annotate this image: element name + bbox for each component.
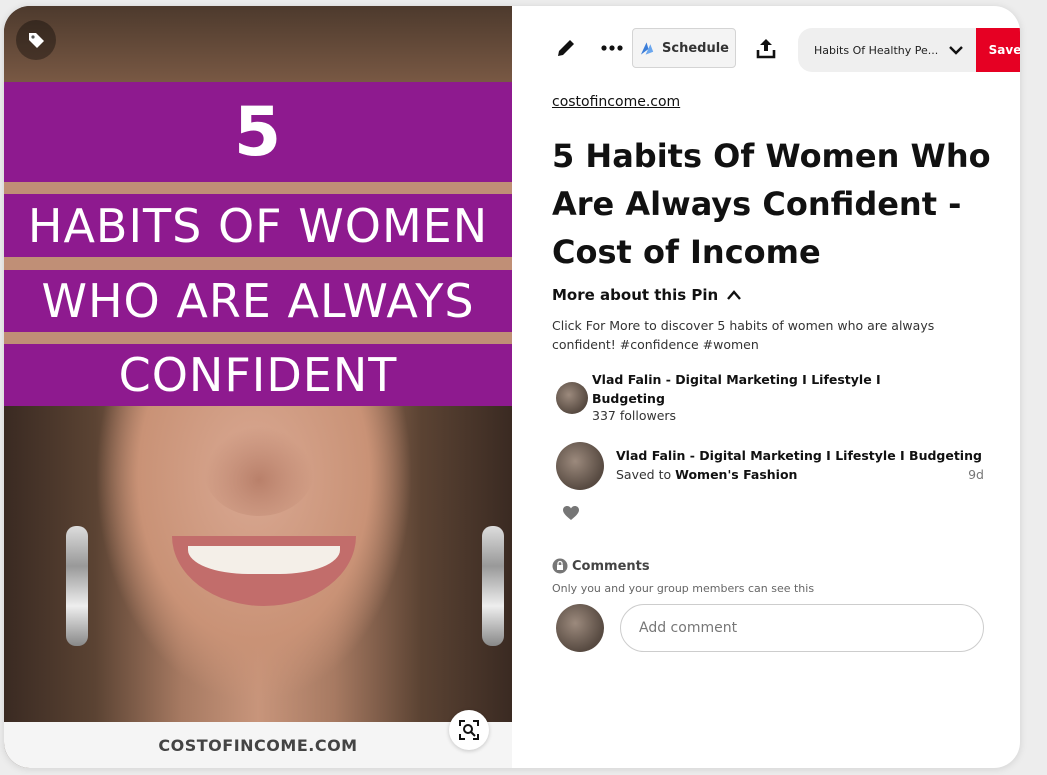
source-link[interactable]: costofincome.com [552, 94, 680, 110]
hair-region [4, 6, 512, 86]
image-footer-text: COSTOFINCOME.COM [4, 722, 512, 768]
schedule-label: Schedule [662, 40, 729, 56]
comment-input[interactable] [620, 604, 984, 652]
creator-avatar[interactable] [556, 382, 588, 414]
react-button[interactable] [560, 502, 582, 524]
earring [482, 526, 504, 646]
board-selector-label: Habits Of Healthy Pe... [814, 43, 939, 57]
pin-details-panel: Schedule Habits Of Healthy Pe... Save co… [552, 6, 1020, 768]
visual-search-button[interactable] [449, 710, 489, 750]
pin-toolbar: Schedule Habits Of Healthy Pe... Save [552, 28, 1020, 72]
saved-by-info: Vlad Falin - Digital Marketing I Lifesty… [552, 440, 984, 490]
image-strip [4, 257, 512, 271]
earring [66, 526, 88, 646]
chevron-down-icon [949, 46, 963, 55]
comments-privacy-note: Only you and your group members can see … [552, 582, 815, 595]
pin-description: Click For More to discover 5 habits of w… [552, 318, 935, 352]
overlay-line: WHO ARE ALWAYS [4, 270, 512, 332]
saved-to-line: Saved to Women's Fashion [616, 467, 797, 482]
heart-icon [563, 506, 579, 520]
overlay-number: 5 [4, 82, 512, 182]
creator-info: Vlad Falin - Digital Marketing I Lifesty… [552, 370, 992, 426]
lock-icon [552, 558, 568, 574]
more-options-button[interactable] [594, 28, 630, 68]
comments-heading-label: Comments [572, 558, 650, 574]
user-avatar [556, 604, 604, 652]
schedule-icon [640, 42, 654, 55]
pencil-icon [558, 40, 574, 56]
creator-followers: 337 followers [592, 408, 677, 423]
pin-closeup-card: 5 HABITS OF WOMEN WHO ARE ALWAYS CONFIDE… [4, 6, 1020, 768]
comment-composer [552, 604, 984, 654]
chevron-up-icon [727, 290, 742, 300]
product-tag-button[interactable] [16, 20, 56, 60]
board-selector[interactable]: Habits Of Healthy Pe... [798, 28, 976, 72]
share-icon [756, 39, 776, 59]
ellipsis-icon [601, 45, 623, 51]
more-about-toggle[interactable]: More about this Pin [552, 286, 742, 304]
pin-title: 5 Habits Of Women Who Are Always Confide… [552, 137, 991, 271]
saved-time: 9d [968, 467, 984, 482]
more-about-label: More about this Pin [552, 286, 719, 304]
saved-to-board[interactable]: Women's Fashion [675, 467, 797, 482]
pin-image[interactable]: 5 HABITS OF WOMEN WHO ARE ALWAYS CONFIDE… [4, 6, 512, 768]
saver-avatar[interactable] [556, 442, 604, 490]
comments-heading: Comments [552, 558, 650, 574]
overlay-line: CONFIDENT [4, 344, 512, 406]
face-smile [172, 536, 356, 606]
face-nose [204, 426, 314, 516]
face-teeth [188, 546, 340, 574]
overlay-line: HABITS OF WOMEN [4, 194, 512, 257]
save-button[interactable]: Save [976, 28, 1020, 72]
schedule-button[interactable]: Schedule [632, 28, 736, 68]
share-button[interactable] [748, 28, 784, 68]
tag-icon [29, 33, 44, 48]
lens-icon [459, 720, 479, 740]
saved-to-prefix: Saved to [616, 467, 672, 482]
edit-button[interactable] [548, 28, 584, 68]
creator-name[interactable]: Vlad Falin - Digital Marketing I Lifesty… [592, 370, 892, 408]
saver-name[interactable]: Vlad Falin - Digital Marketing I Lifesty… [616, 448, 982, 463]
